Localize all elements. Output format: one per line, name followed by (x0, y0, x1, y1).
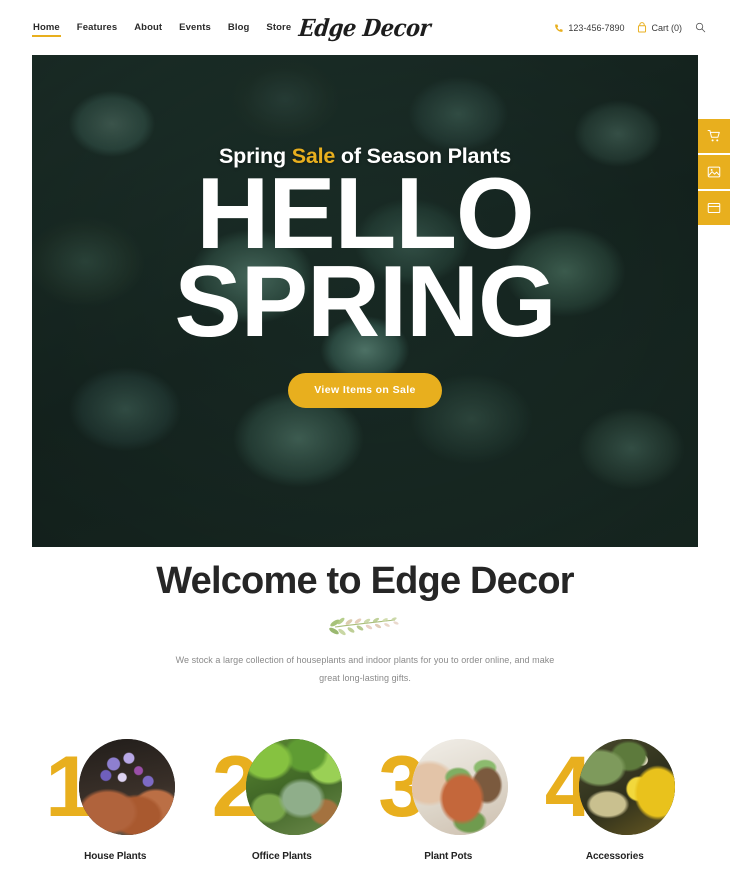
cart-link[interactable]: Cart (0) (637, 22, 682, 33)
category-list: 1 House Plants 2 Office Plants 3 Plant P… (32, 735, 698, 862)
header-utilities: 123-456-7890 Cart (0) (554, 0, 706, 55)
cart-label: Cart (0) (651, 22, 682, 33)
welcome-description: We stock a large collection of houseplan… (175, 655, 555, 684)
window-icon (707, 201, 721, 215)
nav-item-blog[interactable]: Blog (228, 22, 250, 35)
phone-link[interactable]: 123-456-7890 (554, 23, 624, 33)
category-thumbnail (412, 739, 509, 835)
shopping-bag-icon (637, 22, 647, 33)
hero-banner: Spring Sale of Season Plants HELLO SPRIN… (32, 55, 698, 547)
main-navigation: Home Features About Events Blog Store (32, 0, 291, 55)
side-button-gallery[interactable] (698, 155, 730, 189)
nav-item-features[interactable]: Features (77, 22, 117, 35)
search-icon[interactable] (695, 22, 706, 33)
category-house-plants[interactable]: 1 House Plants (32, 735, 199, 862)
category-label: Office Plants (251, 851, 312, 862)
category-thumbnail (578, 739, 675, 835)
category-media: 4 (532, 735, 698, 839)
house-plants-photo (79, 739, 176, 835)
category-accessories[interactable]: 4 Accessories (532, 735, 699, 862)
page-root: Home Features About Events Blog Store Ed… (0, 0, 730, 876)
nav-item-about[interactable]: About (134, 22, 162, 35)
category-media: 2 (199, 735, 365, 839)
phone-icon (554, 23, 564, 33)
hero-title-line-2: SPRING (174, 245, 556, 358)
phone-number: 123-456-7890 (568, 22, 625, 33)
view-items-on-sale-button[interactable]: View Items on Sale (288, 372, 442, 408)
side-action-buttons (698, 119, 730, 225)
category-office-plants[interactable]: 2 Office Plants (199, 735, 366, 862)
hero-content: Spring Sale of Season Plants HELLO SPRIN… (32, 55, 698, 547)
hero-title: HELLO SPRING (174, 164, 556, 358)
image-icon (707, 165, 721, 179)
category-media: 1 (32, 735, 198, 839)
nav-item-store[interactable]: Store (266, 22, 291, 35)
plant-pots-photo (412, 739, 509, 835)
category-label: House Plants (84, 851, 147, 862)
category-thumbnail (245, 739, 342, 835)
cart-icon (707, 129, 721, 143)
side-button-layouts[interactable] (698, 191, 730, 225)
welcome-title: Welcome to Edge Decor (156, 560, 574, 602)
leaf-branch-ornament (327, 615, 403, 637)
brand-logo-text[interactable]: Edge Decor (298, 14, 432, 42)
category-thumbnail (79, 739, 176, 835)
welcome-section: Welcome to Edge Decor We stock a large c… (0, 560, 730, 688)
category-media: 3 (365, 735, 531, 839)
nav-item-home[interactable]: Home (32, 22, 61, 37)
site-header: Home Features About Events Blog Store Ed… (0, 0, 730, 55)
office-plants-photo (245, 739, 342, 835)
side-button-cart[interactable] (698, 119, 730, 153)
nav-item-events[interactable]: Events (179, 22, 211, 35)
category-label: Plant Pots (424, 851, 473, 862)
accessories-photo (578, 739, 675, 835)
category-label: Accessories (585, 851, 644, 862)
category-plant-pots[interactable]: 3 Plant Pots (365, 735, 532, 862)
